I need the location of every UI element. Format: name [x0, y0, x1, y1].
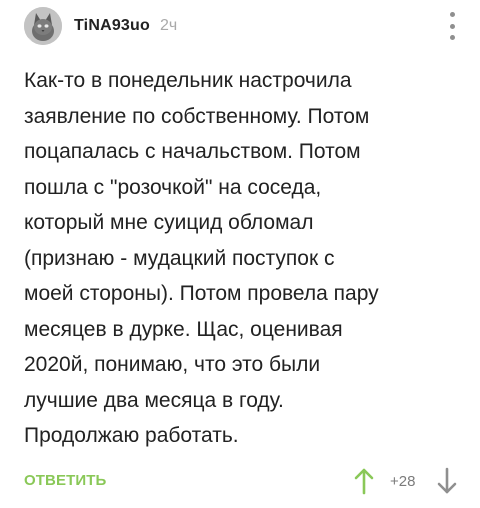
cat-avatar-icon	[24, 7, 62, 45]
arrow-down-icon[interactable]	[436, 466, 458, 496]
author-avatar[interactable]	[24, 7, 62, 45]
comment-rating: +28	[390, 473, 416, 490]
author-name[interactable]: TiNA93uo	[74, 17, 150, 35]
more-vertical-icon	[449, 12, 455, 17]
comment-header: TiNA93uo 2ч	[24, 6, 177, 46]
comment-footer: ОТВЕТИТЬ +28	[0, 462, 480, 502]
comment-time: 2ч	[159, 17, 178, 34]
comment-text: Как-то в понедельник настрочила заявлени…	[24, 69, 379, 447]
reply-button[interactable]: ОТВЕТИТЬ	[24, 472, 106, 489]
arrow-up-icon[interactable]	[353, 466, 375, 496]
more-vertical-icon-dot	[449, 35, 455, 40]
comment-card: TiNA93uo 2ч Как-то в понедельник настроч…	[0, 0, 480, 508]
more-vertical-icon-dot	[449, 23, 455, 29]
more-options-button[interactable]	[448, 12, 456, 40]
